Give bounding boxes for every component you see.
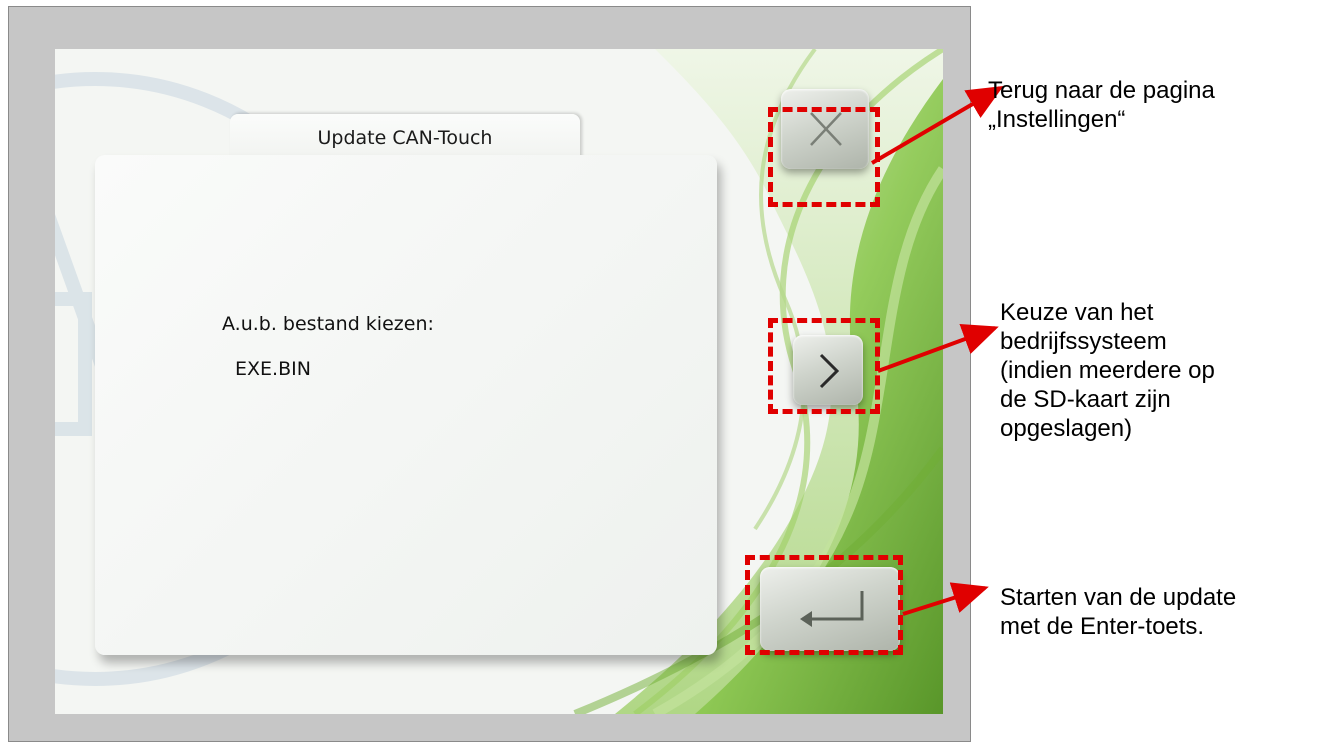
selected-file[interactable]: EXE.BIN [235, 358, 311, 380]
file-prompt: A.u.b. bestand kiezen: [222, 313, 434, 335]
dialog-tab: Update CAN-Touch [230, 114, 580, 160]
enter-button-highlight [745, 555, 903, 655]
annotation-close: Terug naar de pagina „Instellingen“ [988, 77, 1215, 133]
annotation-next: Keuze van het bedrijfssysteem (indien me… [1000, 299, 1215, 442]
annotation-enter: Starten van de update met de Enter-toets… [1000, 584, 1237, 640]
dialog-panel: A.u.b. bestand kiezen: EXE.BIN [95, 155, 717, 655]
next-button-highlight [768, 318, 880, 414]
close-button-highlight [768, 107, 880, 207]
dialog-title: Update CAN-Touch [317, 127, 493, 149]
